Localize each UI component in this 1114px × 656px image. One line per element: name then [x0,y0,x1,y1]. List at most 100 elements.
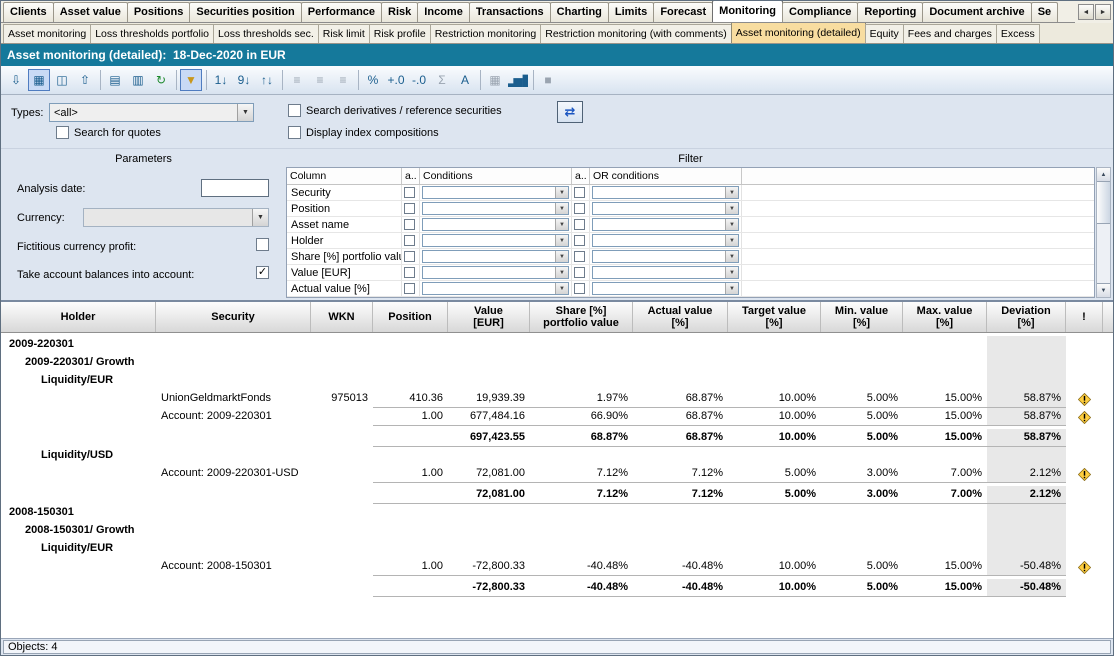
scroll-down-icon[interactable]: ▼ [1097,283,1110,297]
checkbox-box[interactable] [574,219,585,230]
group-row[interactable]: Liquidity/EUR [1,540,1113,558]
chevron-down-icon[interactable]: ▼ [555,187,568,198]
filter-condition-select[interactable]: ▼ [422,218,569,231]
chevron-down-icon[interactable]: ▼ [555,251,568,262]
tab-monitoring[interactable]: Monitoring [712,1,783,22]
column-header-warn[interactable]: ! [1066,302,1103,332]
column-header-wkn[interactable]: WKN [311,302,373,332]
fictitious-currency-profit-checkbox[interactable] [256,238,269,251]
table-row[interactable]: Account: 2009-2203011.00677,484.1666.90%… [1,408,1113,426]
column-header-actual-value[interactable]: Actual value [%] [633,302,728,332]
checkbox-box[interactable] [404,267,415,278]
tab-scroll-left-button[interactable]: ◄ [1078,4,1094,20]
group-row[interactable]: 2009-220301/ Growth [1,354,1113,372]
tab-transactions[interactable]: Transactions [469,2,551,22]
checkbox-box[interactable] [404,235,415,246]
checkbox-box[interactable] [404,219,415,230]
tab-limits[interactable]: Limits [608,2,654,22]
subtab-asset-monitoring[interactable]: Asset monitoring [3,24,91,43]
tab-charting[interactable]: Charting [550,2,609,22]
chevron-down-icon[interactable]: ▼ [555,283,568,294]
load-view-icon[interactable]: ⇩ [5,69,27,91]
search-for-quotes-checkbox[interactable]: Search for quotes [56,126,161,139]
subtab-loss-thresholds-sec[interactable]: Loss thresholds sec. [213,24,319,43]
filter-scrollbar[interactable]: ▲ ▼ [1096,167,1111,298]
page-setup-icon[interactable]: ▥ [127,69,149,91]
checkbox-box[interactable] [404,251,415,262]
remove-decimal-icon[interactable]: -.0 [408,69,430,91]
filter-or-condition-select[interactable]: ▼ [592,266,739,279]
print-icon[interactable]: ▤ [104,69,126,91]
filter-condition-select[interactable]: ▼ [422,266,569,279]
tab-document-archive[interactable]: Document archive [922,2,1031,22]
subtab-restriction-monitoring[interactable]: Restriction monitoring [430,24,542,43]
tab-securities-position[interactable]: Securities position [189,2,301,22]
copy-view-icon[interactable]: ◫ [51,69,73,91]
tab-income[interactable]: Income [417,2,470,22]
column-header-holder[interactable]: Holder [1,302,156,332]
tab-compliance[interactable]: Compliance [782,2,858,22]
filter-or-condition-select[interactable]: ▼ [592,234,739,247]
table-row[interactable]: Account: 2009-220301-USD1.0072,081.007.1… [1,465,1113,483]
column-header-security[interactable]: Security [156,302,311,332]
tab-se[interactable]: Se [1031,2,1058,22]
filter-condition-select[interactable]: ▼ [422,234,569,247]
tab-clients[interactable]: Clients [3,2,54,22]
chevron-down-icon[interactable]: ▼ [725,187,738,198]
chevron-down-icon[interactable]: ▼ [555,267,568,278]
chevron-down-icon[interactable]: ▼ [725,267,738,278]
types-select[interactable]: <all> ▼ [49,103,254,122]
table-row[interactable]: UnionGeldmarktFonds975013410.3619,939.39… [1,390,1113,408]
filter-or-condition-select[interactable]: ▼ [592,282,739,295]
total-row[interactable]: -72,800.33-40.48%-40.48%10.00%5.00%15.00… [1,576,1113,597]
column-header-max-value[interactable]: Max. value [%] [903,302,987,332]
percent-icon[interactable]: % [362,69,384,91]
chevron-down-icon[interactable]: ▼ [237,104,253,121]
scroll-up-icon[interactable]: ▲ [1097,168,1110,182]
reorder-icon[interactable]: ↑↓ [256,69,278,91]
chevron-down-icon[interactable]: ▼ [725,235,738,246]
checkbox-box[interactable] [574,187,585,198]
refresh-search-button[interactable]: ⇄ [557,101,583,123]
checkbox-box[interactable] [404,203,415,214]
table-row[interactable]: Account: 2008-1503011.00-72,800.33-40.48… [1,558,1113,576]
chevron-down-icon[interactable]: ▼ [555,219,568,230]
subtab-loss-thresholds-portfolio[interactable]: Loss thresholds portfolio [90,24,214,43]
subtab-risk-profile[interactable]: Risk profile [369,24,431,43]
chevron-down-icon[interactable]: ▼ [725,283,738,294]
display-index-compositions-checkbox[interactable]: Display index compositions [288,126,439,139]
scrollbar-thumb[interactable] [1097,182,1110,224]
checkbox-box[interactable] [574,235,585,246]
filter-condition-select[interactable]: ▼ [422,202,569,215]
sort-ascending-icon[interactable]: 1↓ [210,69,232,91]
filter-or-condition-select[interactable]: ▼ [592,202,739,215]
checkbox-box[interactable] [574,267,585,278]
add-decimal-icon[interactable]: +.0 [385,69,407,91]
chevron-down-icon[interactable]: ▼ [725,251,738,262]
subtab-fees-and-charges[interactable]: Fees and charges [903,24,997,43]
group-row[interactable]: Liquidity/USD [1,447,1113,465]
checkbox-box[interactable] [404,283,415,294]
chart-icon[interactable]: ▂▅▇ [507,69,529,91]
group-row[interactable]: 2008-150301 [1,504,1113,522]
tab-performance[interactable]: Performance [301,2,382,22]
monitor-chart-view-icon[interactable]: ▦ [28,69,50,91]
column-header-target-value[interactable]: Target value [%] [728,302,821,332]
sort-descending-icon[interactable]: 9↓ [233,69,255,91]
search-derivatives-checkbox[interactable]: Search derivatives / reference securitie… [288,104,502,117]
chevron-down-icon[interactable]: ▼ [725,219,738,230]
checkbox-box[interactable] [56,126,69,139]
tab-scroll-right-button[interactable]: ► [1095,4,1111,20]
filter-condition-select[interactable]: ▼ [422,250,569,263]
column-header-position[interactable]: Position [373,302,448,332]
filter-icon[interactable]: ▼ [180,69,202,91]
subtab-asset-monitoring-detailed[interactable]: Asset monitoring (detailed) [731,23,866,43]
group-row[interactable]: 2008-150301/ Growth [1,522,1113,540]
analysis-date-input[interactable] [201,179,269,197]
column-header-share-portfolio-value[interactable]: Share [%] portfolio value [530,302,633,332]
total-row[interactable]: 697,423.5568.87%68.87%10.00%5.00%15.00%5… [1,426,1113,447]
filter-or-condition-select[interactable]: ▼ [592,218,739,231]
filter-condition-select[interactable]: ▼ [422,186,569,199]
checkbox-box[interactable] [288,104,301,117]
filter-or-condition-select[interactable]: ▼ [592,250,739,263]
